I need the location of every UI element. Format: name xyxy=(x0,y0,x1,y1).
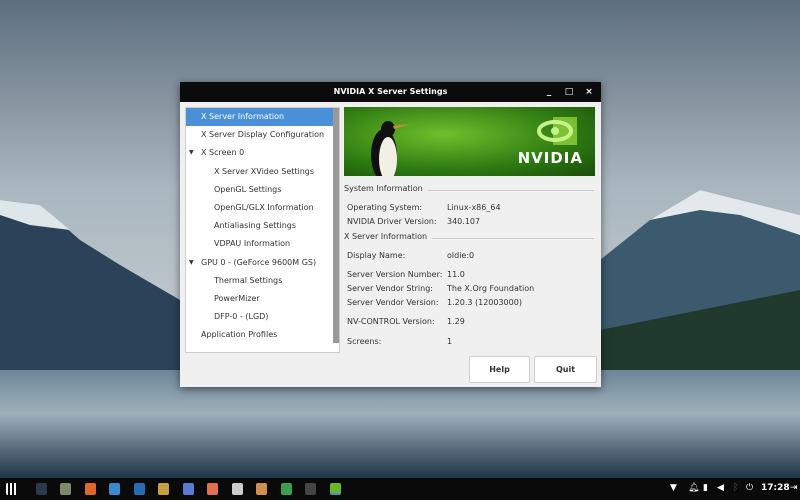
maximize-button[interactable]: □ xyxy=(562,82,576,102)
window-title: NVIDIA X Server Settings xyxy=(333,87,448,96)
os-row: Operating System: Linux-x86_64 xyxy=(347,203,501,212)
tree-item-label: DFP-0 - (LGD) xyxy=(214,312,269,322)
tree-item[interactable]: X Server XVideo Settings xyxy=(186,163,339,181)
bluetooth-icon[interactable]: ᛒ xyxy=(733,483,738,493)
tree-item-label: X Server Display Configuration xyxy=(201,130,325,140)
help-button[interactable]: Help xyxy=(469,356,530,383)
server-version-row: Server Version Number: 11.0 xyxy=(347,270,465,279)
desktop-icon[interactable] xyxy=(35,483,47,495)
tree-item[interactable]: OpenGL/GLX Information xyxy=(186,199,339,217)
nvidia-logo-text: NVIDIA xyxy=(517,149,583,167)
tree-item[interactable]: DFP-0 - (LGD) xyxy=(186,308,339,326)
battery-icon[interactable]: ▮ xyxy=(703,483,708,493)
tree-item-label: X Screen 0 xyxy=(201,148,245,158)
xserver-info-heading: X Server Information xyxy=(344,232,596,244)
tree-item-clipped[interactable] xyxy=(186,344,339,352)
text-editor-icon[interactable] xyxy=(231,483,243,495)
tree-item-label: OpenGL/GLX Information xyxy=(214,202,314,212)
impress-icon[interactable] xyxy=(207,483,218,495)
tree-item[interactable]: Thermal Settings xyxy=(186,272,339,290)
writer-icon[interactable] xyxy=(182,483,194,495)
clock[interactable]: 17:28 xyxy=(761,483,790,493)
system-info-heading: System Information xyxy=(344,184,596,196)
expand-arrow-icon[interactable]: ▼ xyxy=(189,254,194,272)
expand-arrow-icon[interactable]: ▼ xyxy=(189,144,194,162)
notification-bell-icon[interactable]: 🔔︎ xyxy=(688,483,699,493)
tree-item[interactable]: PowerMizer xyxy=(186,290,339,308)
thunderbird-icon[interactable] xyxy=(109,483,120,495)
nvidia-settings-icon[interactable] xyxy=(329,483,341,495)
quit-button[interactable]: Quit xyxy=(534,356,597,383)
nv-control-row: NV-CONTROL Version: 1.29 xyxy=(347,317,465,326)
tree-item[interactable]: ▼ X Screen 0 xyxy=(186,144,339,162)
downloader-icon[interactable] xyxy=(256,483,267,495)
wifi-icon[interactable]: ▼ xyxy=(670,483,677,493)
screens-row: Screens: 1 xyxy=(347,337,453,346)
tree-item-label: X Server Information xyxy=(201,112,285,121)
files-icon[interactable] xyxy=(60,483,71,495)
minimize-button[interactable]: _ xyxy=(542,82,556,102)
power-icon[interactable]: ⏻ xyxy=(746,483,753,493)
tree-item[interactable]: X Server Information xyxy=(186,108,339,127)
tree-item-label: OpenGL Settings xyxy=(214,184,282,194)
image-viewer-icon[interactable] xyxy=(280,483,292,495)
tree-scrollbar[interactable] xyxy=(333,108,339,343)
tree-item-label: PowerMizer xyxy=(214,293,260,303)
tree-item-label: Thermal Settings xyxy=(214,275,283,285)
taskbar: ▼ 🔔︎ ▮ ◀ ᛒ ⏻ 17:28 ⇥ xyxy=(0,478,800,500)
vendor-version-row: Server Vendor Version: 1.20.3 (12003000) xyxy=(347,298,522,307)
tree-item-label: VDPAU Information xyxy=(214,239,291,249)
firefox-icon[interactable] xyxy=(84,483,96,495)
content-pane: NVIDIA System Information Operating Syst… xyxy=(344,107,596,364)
navigation-tree: X Server Information X Server Display Con… xyxy=(185,107,340,353)
screenshot-icon[interactable] xyxy=(133,483,145,495)
logout-icon[interactable]: ⇥ xyxy=(790,483,798,493)
nvidia-settings-window: NVIDIA X Server Settings _ □ × X Server … xyxy=(180,82,601,387)
tree-item[interactable]: Antialiasing Settings xyxy=(186,217,339,235)
tree-item[interactable]: Application Profiles xyxy=(186,326,339,344)
app-grid-icon[interactable] xyxy=(6,483,17,495)
driver-version-row: NVIDIA Driver Version: 340.107 xyxy=(347,217,481,226)
title-bar[interactable]: NVIDIA X Server Settings _ □ × xyxy=(180,82,601,102)
close-button[interactable]: × xyxy=(582,82,596,102)
tree-item-label: Application Profiles xyxy=(201,330,278,340)
tree-item[interactable]: OpenGL Settings xyxy=(186,181,339,199)
tree-item[interactable]: VDPAU Information xyxy=(186,235,339,253)
tree-item-label: GPU 0 - (GeForce 9600M GS) xyxy=(201,257,317,267)
tree-item-label: X Server XVideo Settings xyxy=(214,166,315,176)
display-name-row: Display Name: oldie:0 xyxy=(347,251,475,260)
terminal-icon[interactable] xyxy=(305,483,316,495)
rhythmbox-icon[interactable] xyxy=(158,483,169,495)
tree-item[interactable]: X Server Display Configuration xyxy=(186,126,339,144)
volume-icon[interactable]: ◀ xyxy=(717,483,724,493)
nvidia-banner: NVIDIA xyxy=(344,107,595,176)
tree-item-label: Antialiasing Settings xyxy=(214,221,297,231)
tree-item[interactable]: ▼ GPU 0 - (GeForce 9600M GS) xyxy=(186,254,339,272)
vendor-string-row: Server Vendor String: The X.Org Foundatio… xyxy=(347,284,535,293)
